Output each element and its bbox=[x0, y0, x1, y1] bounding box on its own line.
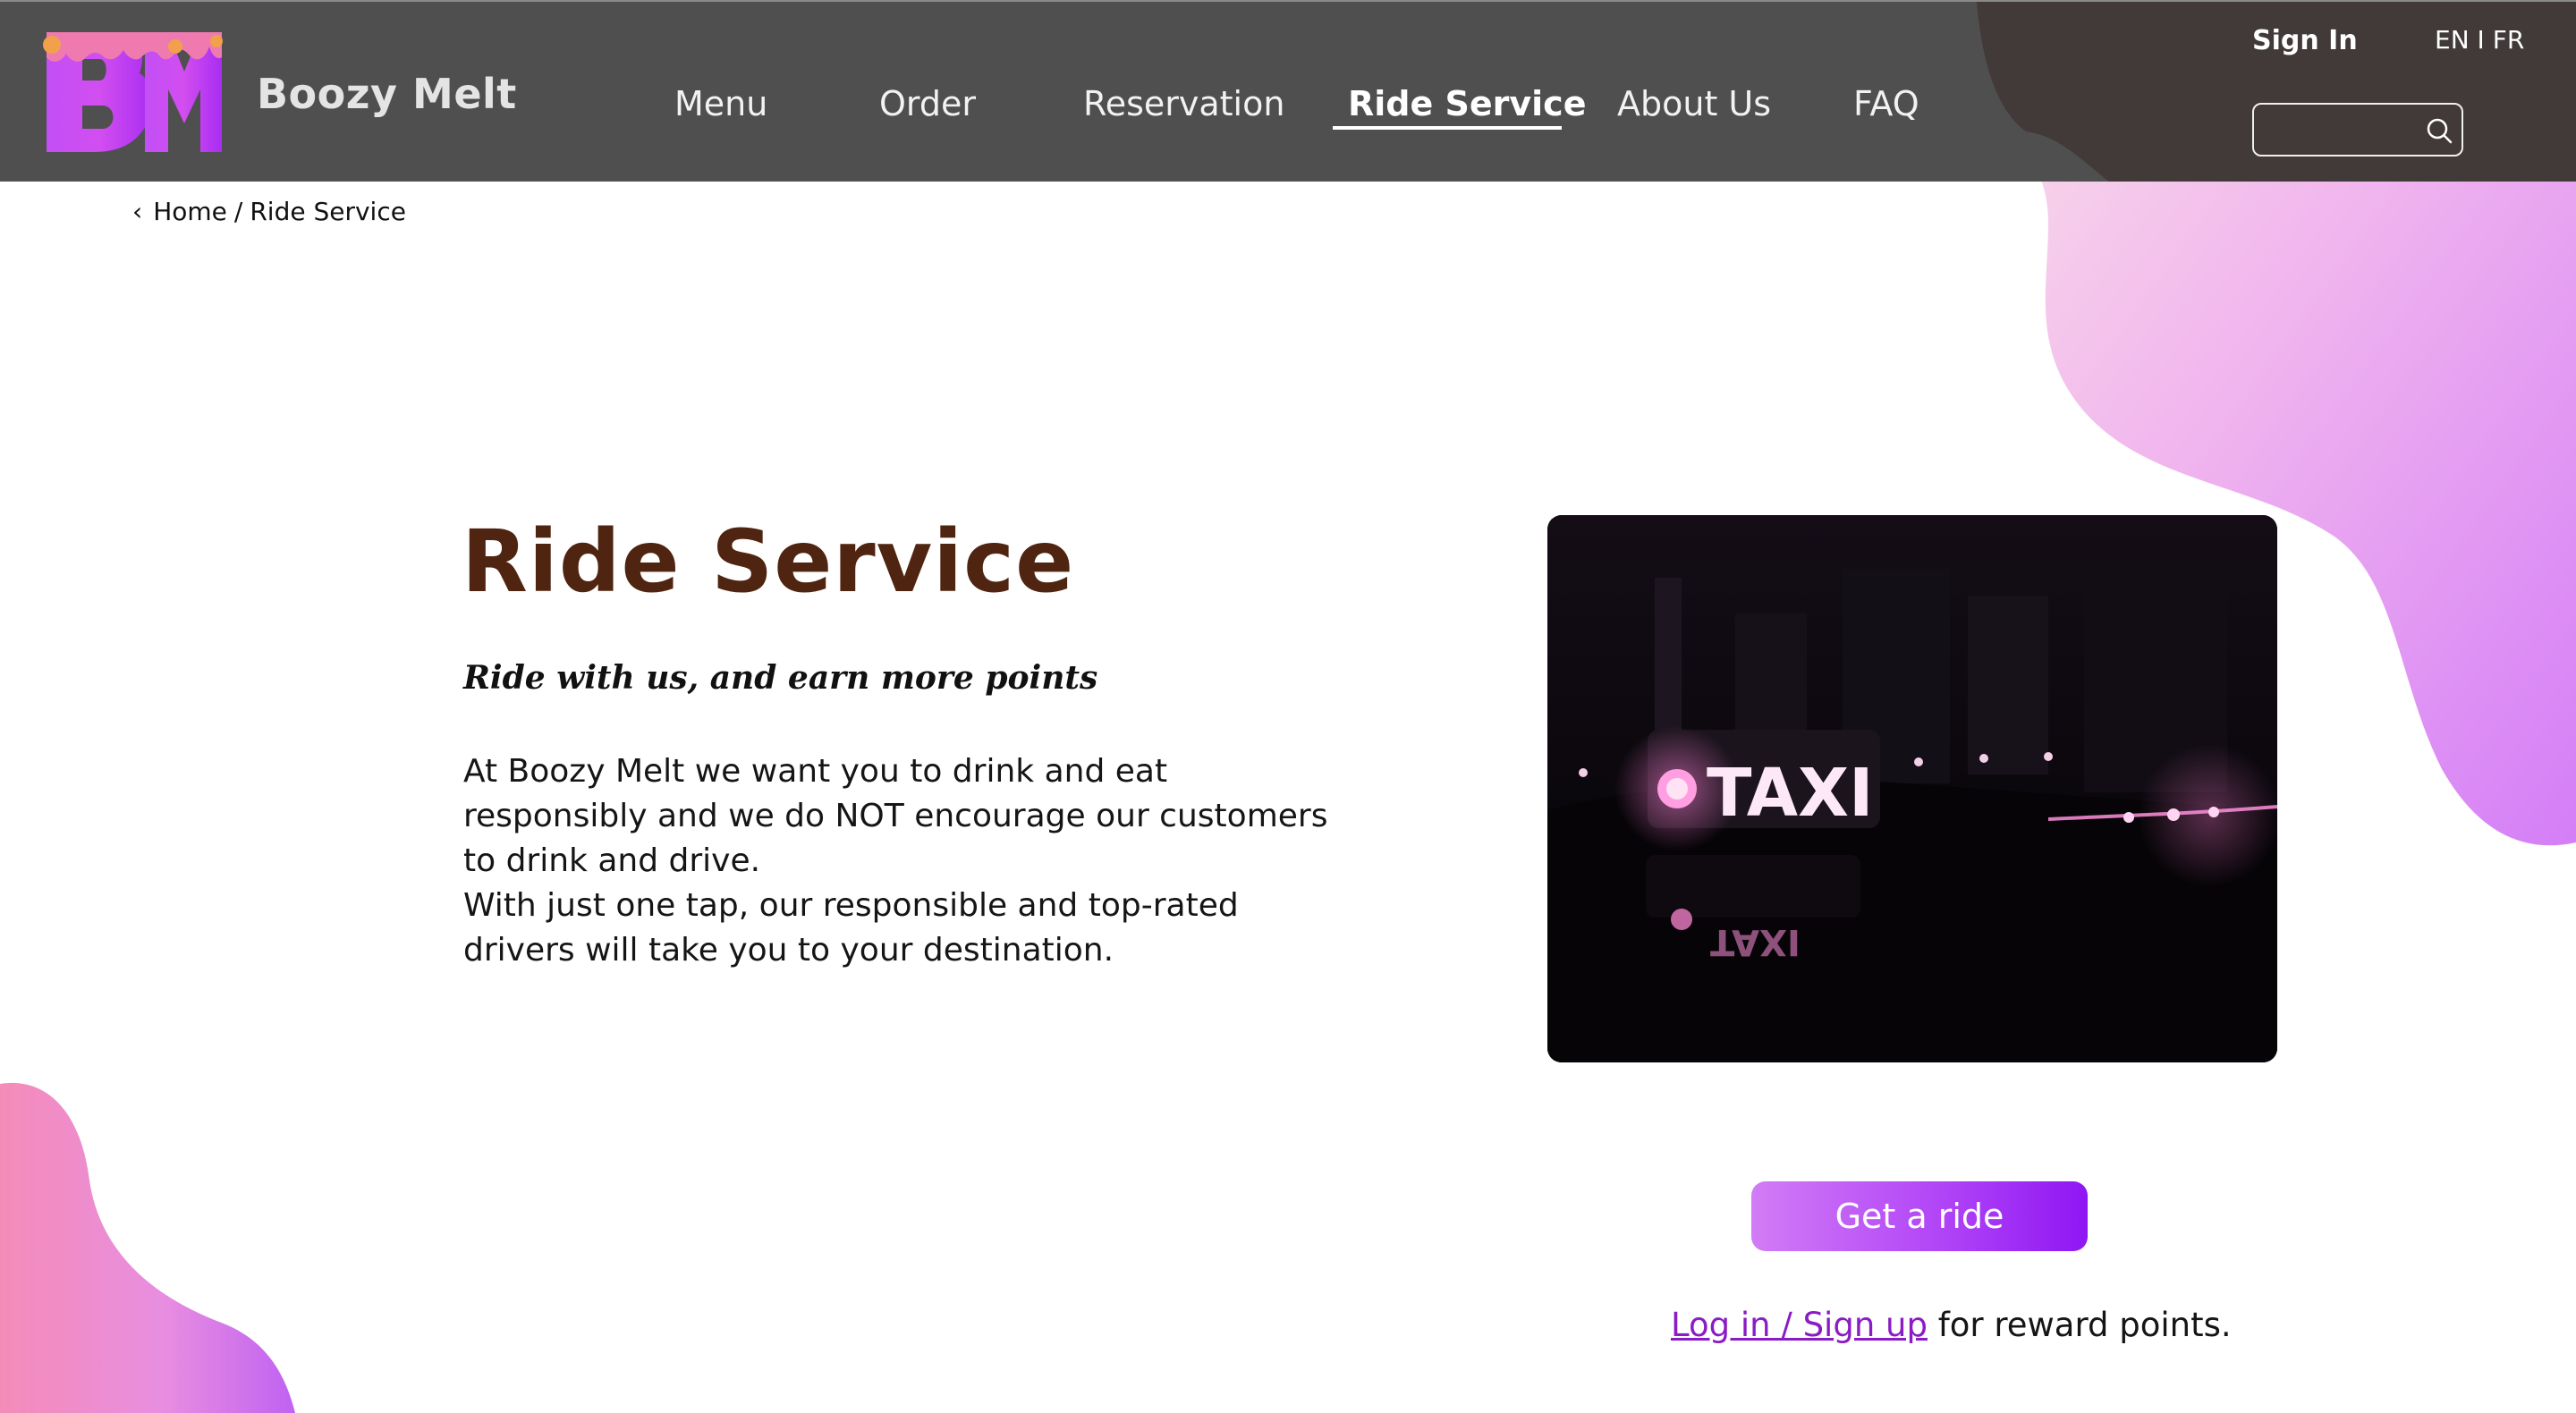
get-a-ride-button[interactable]: Get a ride bbox=[1751, 1181, 2088, 1251]
nav-item-menu[interactable]: Menu bbox=[674, 84, 767, 123]
boozy-melt-logo[interactable] bbox=[41, 27, 225, 161]
breadcrumb-home-link[interactable]: Home bbox=[153, 197, 227, 226]
breadcrumb-current: Ride Service bbox=[250, 197, 406, 226]
nav-item-reservation[interactable]: Reservation bbox=[1083, 84, 1284, 123]
brand[interactable]: Boozy Melt bbox=[41, 27, 517, 161]
taxi-photo-illustration: TAXI TAXI bbox=[1547, 515, 2277, 1062]
lang-fr[interactable]: FR bbox=[2493, 25, 2525, 55]
search-box[interactable] bbox=[2252, 103, 2463, 157]
lang-en[interactable]: EN bbox=[2435, 25, 2470, 55]
taxi-sign-reflection: TAXI bbox=[1710, 921, 1801, 962]
login-signup-link[interactable]: Log in / Sign up bbox=[1671, 1306, 1928, 1344]
nav-item-order[interactable]: Order bbox=[879, 84, 976, 123]
lang-separator: I bbox=[2477, 25, 2485, 55]
breadcrumb-back-icon[interactable]: ‹ bbox=[132, 197, 142, 226]
breadcrumb: ‹ Home / Ride Service bbox=[132, 197, 406, 226]
search-icon[interactable] bbox=[2424, 115, 2454, 146]
intro-paragraph: At Boozy Melt we want you to drink and e… bbox=[463, 753, 1328, 879]
nav-item-ride-service[interactable]: Ride Service bbox=[1348, 84, 1586, 123]
taxi-photo: TAXI TAXI bbox=[1547, 515, 2277, 1062]
taxi-sign-text: TAXI bbox=[1707, 755, 1874, 832]
brand-name[interactable]: Boozy Melt bbox=[257, 70, 517, 118]
search-input[interactable] bbox=[2267, 112, 2413, 149]
active-nav-underline bbox=[1333, 126, 1562, 130]
nav-item-faq[interactable]: FAQ bbox=[1853, 84, 1919, 123]
page-subtitle: Ride with us, and earn more points bbox=[463, 659, 1098, 697]
reward-suffix: for reward points. bbox=[1927, 1306, 2232, 1344]
sign-in-link[interactable]: Sign In bbox=[2252, 25, 2358, 56]
language-switcher: EN I FR bbox=[2435, 25, 2524, 55]
breadcrumb-separator: / bbox=[233, 197, 243, 226]
drivers-paragraph: With just one tap, our responsible and t… bbox=[463, 887, 1239, 969]
nav-item-about-us[interactable]: About Us bbox=[1617, 84, 1771, 123]
site-header: Boozy Melt Menu Order Reservation Ride S… bbox=[0, 0, 2576, 182]
decorative-blob-bottom-left bbox=[0, 1082, 295, 1413]
reward-points-line: Log in / Sign up for reward points. bbox=[1671, 1306, 2232, 1344]
page-title: Ride Service bbox=[462, 512, 1075, 612]
